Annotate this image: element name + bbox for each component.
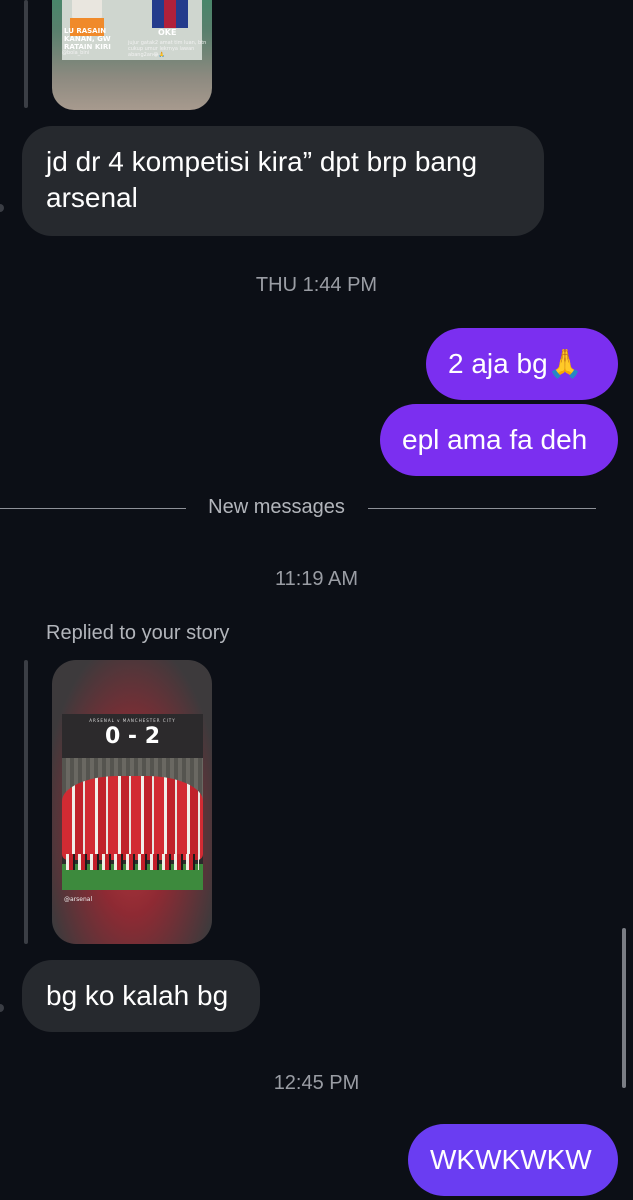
scrollbar[interactable]: [622, 928, 626, 1088]
team-huddle: [62, 776, 203, 860]
jersey-number: 9: [80, 0, 90, 2]
message-text: WKWKWKW: [430, 1144, 592, 1175]
story-handle: @arsenal: [64, 896, 93, 903]
story-small-text: jujur gatak2 amat tim luan, btn cukup um…: [128, 40, 207, 58]
sent-message[interactable]: WKWKWKW: [408, 1124, 618, 1196]
received-message[interactable]: jd dr 4 kompetisi kira” dpt brp bang ars…: [22, 126, 544, 236]
match-score: 0 - 2: [104, 724, 161, 749]
story-figure-left: 9: [72, 0, 102, 20]
timestamp: THU 1:44 PM: [255, 274, 378, 296]
reply-label: Replied to your story: [46, 622, 230, 644]
message-text: 2 aja bg🙏: [448, 348, 583, 379]
timestamp: 12:45 PM: [273, 1072, 360, 1094]
story-thumbnail[interactable]: 9 LU RASAIN KANAN, GW RATAIN KIRI OKE @b…: [52, 0, 212, 110]
story-caption-right: OKE: [158, 28, 177, 37]
story-thumbnail[interactable]: ARSENAL v MANCHESTER CITY 0 - 2 @arsenal: [52, 660, 212, 944]
match-header: ARSENAL v MANCHESTER CITY: [89, 718, 176, 723]
message-text: bg ko kalah bg: [46, 980, 229, 1011]
received-message[interactable]: bg ko kalah bg: [22, 960, 260, 1032]
sent-message[interactable]: epl ama fa deh: [380, 404, 618, 476]
story-figure-right: [152, 0, 188, 28]
reply-rail: [24, 660, 28, 944]
message-text: epl ama fa deh: [402, 424, 588, 455]
sent-message[interactable]: 2 aja bg🙏: [426, 328, 618, 400]
players-legs: [66, 854, 199, 870]
reply-rail: [24, 0, 28, 108]
message-text: jd dr 4 kompetisi kira” dpt brp bang ars…: [46, 146, 478, 213]
divider-line-right: [368, 508, 596, 509]
story-image-card: ARSENAL v MANCHESTER CITY 0 - 2: [62, 714, 203, 890]
timestamp: 11:19 AM: [274, 568, 359, 590]
sender-avatar: [0, 1004, 4, 1012]
story-caption-left: LU RASAIN KANAN, GW RATAIN KIRI: [64, 27, 111, 51]
sender-avatar: [0, 204, 4, 212]
story-handle: @bola_bini: [62, 50, 90, 56]
